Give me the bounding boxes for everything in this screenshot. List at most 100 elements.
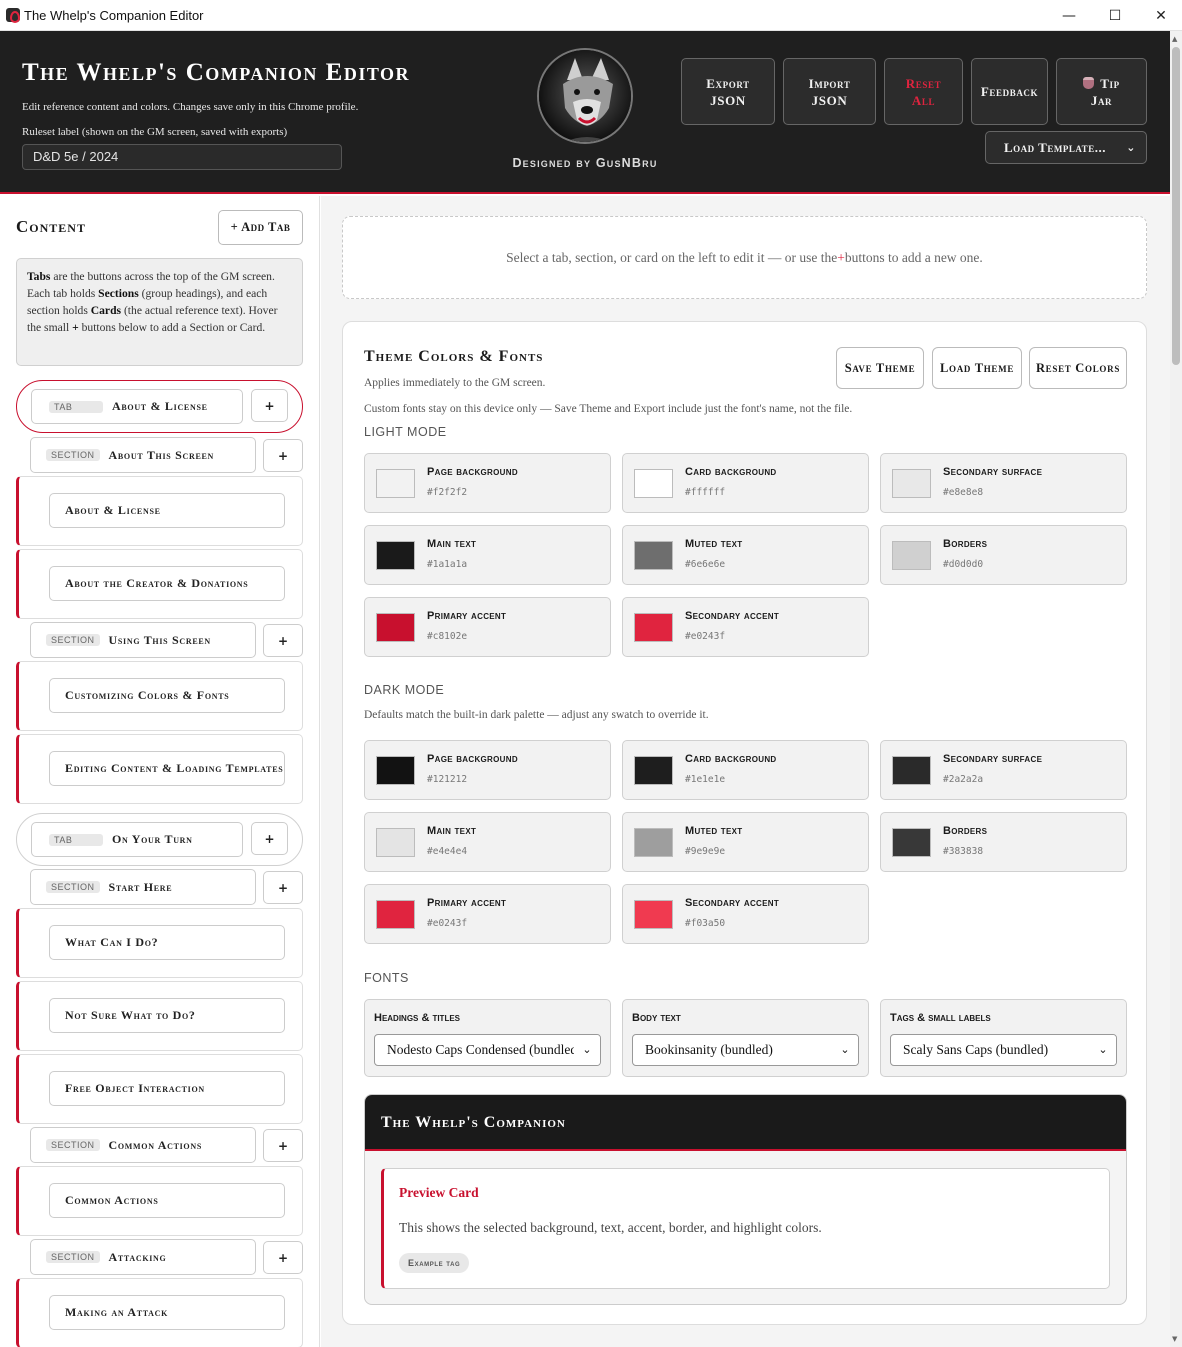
section-label: About This Screen xyxy=(108,447,215,462)
save-theme-button[interactable]: Save Theme xyxy=(836,347,924,389)
color-swatch[interactable]: Secondary accent #f03a50 xyxy=(622,884,869,944)
section-using-this-screen[interactable]: Section Using This Screen xyxy=(30,622,256,658)
add-card-button[interactable]: + xyxy=(263,1241,303,1274)
reset-all-button[interactable]: Reset All xyxy=(884,58,963,125)
add-card-button[interactable]: + xyxy=(263,871,303,904)
add-card-button[interactable]: + xyxy=(263,439,303,472)
section-start-here[interactable]: Section Start Here xyxy=(30,869,256,905)
card-what-can-i-do[interactable]: What Can I Do? xyxy=(49,925,285,960)
import-json-button[interactable]: Import JSON xyxy=(783,58,876,125)
color-chip[interactable] xyxy=(376,469,415,498)
close-button[interactable]: ✕ xyxy=(1138,0,1182,31)
card-row: Editing Content & Loading Templates xyxy=(16,734,303,804)
section-about-this-screen[interactable]: Section About This Screen xyxy=(30,437,256,473)
tab-row-on-your-turn: Tab On Your Turn + xyxy=(16,813,303,866)
scroll-down-icon[interactable]: ▼ xyxy=(1172,1335,1177,1343)
scroll-up-icon[interactable]: ▲ xyxy=(1172,35,1177,43)
color-swatch[interactable]: Card background #1e1e1e xyxy=(622,740,869,800)
card-row: Making an Attack xyxy=(16,1278,303,1347)
reset-label-1: Reset xyxy=(905,75,942,91)
color-chip[interactable] xyxy=(376,828,415,857)
color-chip[interactable] xyxy=(376,900,415,929)
add-section-button[interactable]: + xyxy=(251,389,288,422)
card-not-sure[interactable]: Not Sure What to Do? xyxy=(49,998,285,1033)
ruleset-input[interactable]: D&D 5e / 2024 xyxy=(22,144,342,170)
tab-about-license[interactable]: Tab About & License xyxy=(31,389,243,424)
color-swatch[interactable]: Muted text #6e6e6e xyxy=(622,525,869,585)
swatch-label: Secondary accent xyxy=(685,610,780,622)
minimize-button[interactable]: — xyxy=(1046,0,1092,31)
add-tab-button[interactable]: + Add Tab xyxy=(218,210,303,245)
swatch-hex: #1a1a1a xyxy=(427,559,468,570)
color-swatch[interactable]: Main text #e4e4e4 xyxy=(364,812,611,872)
swatch-hex: #383838 xyxy=(943,846,984,857)
tip-label-1: Tip xyxy=(1100,75,1120,91)
font-body-select[interactable]: Bookinsanity (bundled) ⌄ xyxy=(632,1034,859,1066)
load-template-select[interactable]: Load Template... ⌄ xyxy=(985,131,1147,164)
color-swatch[interactable]: Card background #ffffff xyxy=(622,453,869,513)
export-json-button[interactable]: Export JSON xyxy=(681,58,775,125)
color-chip[interactable] xyxy=(376,541,415,570)
color-chip[interactable] xyxy=(634,469,673,498)
feedback-button[interactable]: Feedback xyxy=(971,58,1048,125)
color-chip[interactable] xyxy=(892,541,931,570)
color-swatch[interactable]: Primary accent #e0243f xyxy=(364,884,611,944)
font-tags-select[interactable]: Scaly Sans Caps (bundled) ⌄ xyxy=(890,1034,1117,1066)
swatch-hex: #e8e8e8 xyxy=(943,487,984,498)
card-making-attack[interactable]: Making an Attack xyxy=(49,1295,285,1330)
color-chip[interactable] xyxy=(892,828,931,857)
swatch-hex: #c8102e xyxy=(427,631,468,642)
color-swatch[interactable]: Secondary surface #2a2a2a xyxy=(880,740,1127,800)
swatch-hex: #f03a50 xyxy=(685,918,726,929)
font-headings-select[interactable]: Nodesto Caps Condensed (bundled) ⌄ xyxy=(374,1034,601,1066)
card-common-actions[interactable]: Common Actions xyxy=(49,1183,285,1218)
section-common-actions[interactable]: Section Common Actions xyxy=(30,1127,256,1163)
font-body: Body text Bookinsanity (bundled) ⌄ xyxy=(622,999,869,1077)
import-label-1: Import xyxy=(808,75,851,91)
chevron-down-icon: ⌄ xyxy=(1090,1035,1116,1065)
app-subtitle: Edit reference content and colors. Chang… xyxy=(22,101,359,113)
maximize-button[interactable]: ☐ xyxy=(1092,0,1138,31)
color-chip[interactable] xyxy=(634,900,673,929)
color-swatch[interactable]: Secondary accent #e0243f xyxy=(622,597,869,657)
card-customizing-colors[interactable]: Customizing Colors & Fonts xyxy=(49,678,285,713)
color-swatch[interactable]: Page background #121212 xyxy=(364,740,611,800)
font-value: Bookinsanity (bundled) xyxy=(645,1042,773,1057)
color-chip[interactable] xyxy=(892,469,931,498)
tab-on-your-turn[interactable]: Tab On Your Turn xyxy=(31,822,243,857)
color-chip[interactable] xyxy=(634,613,673,642)
reset-colors-button[interactable]: Reset Colors xyxy=(1029,347,1127,389)
fonts-heading: Fonts xyxy=(364,971,409,985)
color-chip[interactable] xyxy=(634,828,673,857)
card-free-object[interactable]: Free Object Interaction xyxy=(49,1071,285,1106)
color-chip[interactable] xyxy=(376,756,415,785)
color-chip[interactable] xyxy=(634,756,673,785)
color-swatch[interactable]: Main text #1a1a1a xyxy=(364,525,611,585)
color-chip[interactable] xyxy=(376,613,415,642)
preview-card: Preview Card This shows the selected bac… xyxy=(381,1168,1110,1289)
add-card-button[interactable]: + xyxy=(263,624,303,657)
color-swatch[interactable]: Borders #d0d0d0 xyxy=(880,525,1127,585)
color-swatch[interactable]: Muted text #9e9e9e xyxy=(622,812,869,872)
color-swatch[interactable]: Primary accent #c8102e xyxy=(364,597,611,657)
color-swatch[interactable]: Page background #f2f2f2 xyxy=(364,453,611,513)
load-theme-button[interactable]: Load Theme xyxy=(932,347,1022,389)
card-about-creator[interactable]: About the Creator & Donations xyxy=(49,566,285,601)
app-title: The Whelp's Companion Editor xyxy=(22,59,411,86)
section-tag: Section xyxy=(46,1251,100,1263)
color-swatch[interactable]: Borders #383838 xyxy=(880,812,1127,872)
preview-header: The Whelp's Companion xyxy=(365,1095,1126,1151)
color-chip[interactable] xyxy=(892,756,931,785)
section-attacking[interactable]: Section Attacking xyxy=(30,1239,256,1275)
tip-jar-button[interactable]: Tip Jar xyxy=(1056,58,1147,125)
card-about-license[interactable]: About & License xyxy=(49,493,285,528)
page-scrollbar[interactable]: ▲ ▼ xyxy=(1170,31,1182,1347)
add-section-button[interactable]: + xyxy=(251,822,288,855)
scroll-thumb[interactable] xyxy=(1172,47,1180,365)
color-swatch[interactable]: Secondary surface #e8e8e8 xyxy=(880,453,1127,513)
panel-note: Custom fonts stay on this device only — … xyxy=(364,403,853,415)
swatch-hex: #9e9e9e xyxy=(685,846,726,857)
add-card-button[interactable]: + xyxy=(263,1129,303,1162)
card-editing-content[interactable]: Editing Content & Loading Templates xyxy=(49,751,285,786)
color-chip[interactable] xyxy=(634,541,673,570)
